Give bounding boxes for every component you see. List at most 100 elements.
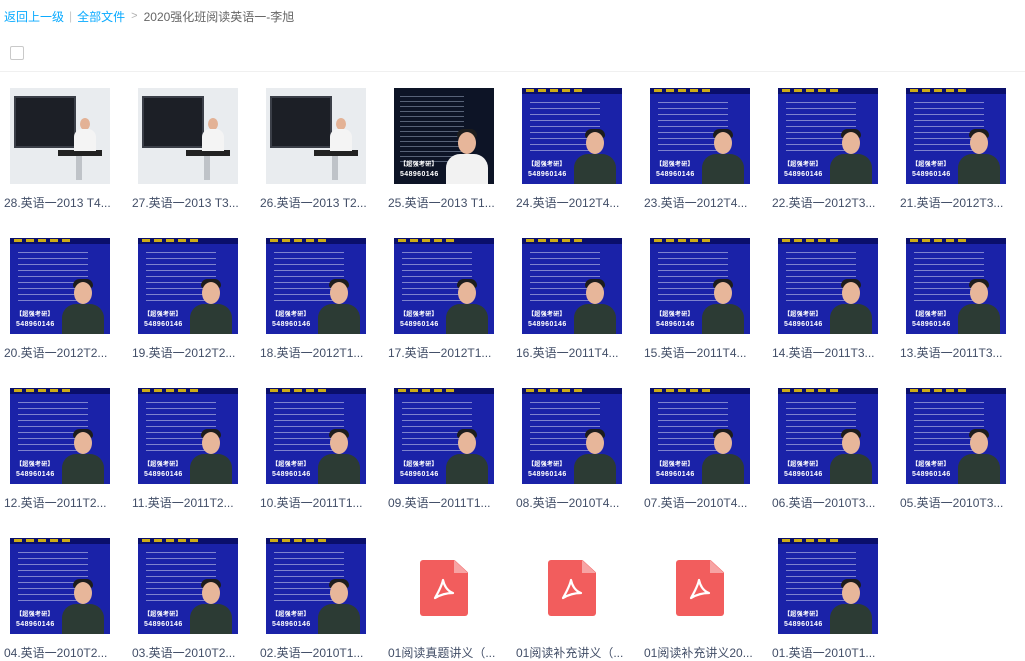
pdf-icon[interactable] xyxy=(394,538,494,634)
file-name[interactable]: 05.英语一2010T3... xyxy=(896,494,1020,511)
file-name[interactable]: 01阅读补充讲义（... xyxy=(512,644,636,661)
file-name[interactable]: 01.英语一2010T1... xyxy=(768,644,892,661)
thumbnail-tag: 【超强考研】 xyxy=(16,312,54,318)
video-file-item[interactable]: 【超强考研】 548960146 06.英语一2010T3... xyxy=(768,388,888,518)
video-file-item[interactable]: 【超强考研】 548960146 23.英语一2012T4... xyxy=(640,88,760,218)
video-thumbnail[interactable]: 【超强考研】 548960146 xyxy=(394,388,494,484)
back-link[interactable]: 返回上一级 xyxy=(4,8,64,25)
video-file-item[interactable]: 【超强考研】 548960146 16.英语一2011T4... xyxy=(512,238,632,368)
video-file-item[interactable]: 【超强考研】 548960146 19.英语一2012T2... xyxy=(128,238,248,368)
file-name[interactable]: 12.英语一2011T2... xyxy=(0,494,124,511)
video-file-item[interactable]: 【超强考研】 548960146 01.英语一2010T1... xyxy=(768,538,888,661)
video-thumbnail[interactable]: 【超强考研】 548960146 xyxy=(266,538,366,634)
file-name[interactable]: 22.英语一2012T3... xyxy=(768,194,892,211)
video-thumbnail[interactable]: 【超强考研】 548960146 xyxy=(906,88,1006,184)
select-all-checkbox[interactable] xyxy=(10,46,24,60)
file-name[interactable]: 01阅读补充讲义20... xyxy=(640,644,764,661)
video-thumbnail[interactable]: 【超强考研】 548960146 xyxy=(138,238,238,334)
file-name[interactable]: 01阅读真题讲义（... xyxy=(384,644,508,661)
video-file-item[interactable]: 26.英语一2013 T2... xyxy=(256,88,376,218)
video-thumbnail[interactable]: 【超强考研】 548960146 xyxy=(522,388,622,484)
file-name[interactable]: 04.英语一2010T2... xyxy=(0,644,124,661)
video-file-item[interactable]: 【超强考研】 548960146 24.英语一2012T4... xyxy=(512,88,632,218)
video-file-item[interactable]: 28.英语一2013 T4... xyxy=(0,88,120,218)
file-name[interactable]: 06.英语一2010T3... xyxy=(768,494,892,511)
video-thumbnail[interactable]: 【超强考研】 548960146 xyxy=(138,388,238,484)
pdf-file-item[interactable]: 01阅读真题讲义（... xyxy=(384,538,504,661)
video-thumbnail[interactable]: 【超强考研】 548960146 xyxy=(394,88,494,184)
video-file-item[interactable]: 【超强考研】 548960146 03.英语一2010T2... xyxy=(128,538,248,661)
video-file-item[interactable]: 【超强考研】 548960146 21.英语一2012T3... xyxy=(896,88,1016,218)
file-name[interactable]: 19.英语一2012T2... xyxy=(128,344,252,361)
file-name[interactable]: 07.英语一2010T4... xyxy=(640,494,764,511)
file-name[interactable]: 18.英语一2012T1... xyxy=(256,344,380,361)
video-thumbnail[interactable]: 【超强考研】 548960146 xyxy=(522,238,622,334)
thumbnail-tag: 【超强考研】 xyxy=(272,462,310,468)
video-file-item[interactable]: 【超强考研】 548960146 25.英语一2013 T1... xyxy=(384,88,504,218)
video-file-item[interactable]: 【超强考研】 548960146 07.英语一2010T4... xyxy=(640,388,760,518)
video-file-item[interactable]: 【超强考研】 548960146 05.英语一2010T3... xyxy=(896,388,1016,518)
video-file-item[interactable]: 【超强考研】 548960146 09.英语一2011T1... xyxy=(384,388,504,518)
video-thumbnail[interactable]: 【超强考研】 548960146 xyxy=(266,388,366,484)
video-thumbnail[interactable]: 【超强考研】 548960146 xyxy=(906,388,1006,484)
video-file-item[interactable]: 【超强考研】 548960146 02.英语一2010T1... xyxy=(256,538,376,661)
file-name[interactable]: 08.英语一2010T4... xyxy=(512,494,636,511)
video-thumbnail[interactable]: 【超强考研】 548960146 xyxy=(778,388,878,484)
file-name[interactable]: 03.英语一2010T2... xyxy=(128,644,252,661)
file-name[interactable]: 10.英语一2011T1... xyxy=(256,494,380,511)
video-thumbnail[interactable]: 【超强考研】 548960146 xyxy=(10,238,110,334)
pdf-icon[interactable] xyxy=(522,538,622,634)
file-name[interactable]: 26.英语一2013 T2... xyxy=(256,194,380,211)
video-thumbnail[interactable]: 【超强考研】 548960146 xyxy=(10,538,110,634)
file-name[interactable]: 16.英语一2011T4... xyxy=(512,344,636,361)
video-thumbnail[interactable]: 【超强考研】 548960146 xyxy=(650,238,750,334)
video-thumbnail[interactable]: 【超强考研】 548960146 xyxy=(906,238,1006,334)
video-file-item[interactable]: 【超强考研】 548960146 17.英语一2012T1... xyxy=(384,238,504,368)
file-name[interactable]: 21.英语一2012T3... xyxy=(896,194,1020,211)
video-file-item[interactable]: 【超强考研】 548960146 18.英语一2012T1... xyxy=(256,238,376,368)
file-name[interactable]: 02.英语一2010T1... xyxy=(256,644,380,661)
video-file-item[interactable]: 【超强考研】 548960146 12.英语一2011T2... xyxy=(0,388,120,518)
video-thumbnail[interactable]: 【超强考研】 548960146 xyxy=(522,88,622,184)
video-thumbnail[interactable] xyxy=(138,88,238,184)
file-name[interactable]: 09.英语一2011T1... xyxy=(384,494,508,511)
video-file-item[interactable]: 【超强考研】 548960146 15.英语一2011T4... xyxy=(640,238,760,368)
video-file-item[interactable]: 【超强考研】 548960146 20.英语一2012T2... xyxy=(0,238,120,368)
file-name[interactable]: 17.英语一2012T1... xyxy=(384,344,508,361)
thumbnail-tag: 【超强考研】 xyxy=(400,462,438,468)
video-thumbnail[interactable]: 【超强考研】 548960146 xyxy=(394,238,494,334)
video-thumbnail[interactable]: 【超强考研】 548960146 xyxy=(650,388,750,484)
video-file-item[interactable]: 【超强考研】 548960146 04.英语一2010T2... xyxy=(0,538,120,661)
file-name[interactable]: 15.英语一2011T4... xyxy=(640,344,764,361)
video-file-item[interactable]: 【超强考研】 548960146 08.英语一2010T4... xyxy=(512,388,632,518)
video-thumbnail[interactable]: 【超强考研】 548960146 xyxy=(650,88,750,184)
video-file-item[interactable]: 【超强考研】 548960146 10.英语一2011T1... xyxy=(256,388,376,518)
file-name[interactable]: 14.英语一2011T3... xyxy=(768,344,892,361)
file-name[interactable]: 25.英语一2013 T1... xyxy=(384,194,508,211)
file-name[interactable]: 20.英语一2012T2... xyxy=(0,344,124,361)
video-file-item[interactable]: 27.英语一2013 T3... xyxy=(128,88,248,218)
file-name[interactable]: 28.英语一2013 T4... xyxy=(0,194,124,211)
file-name[interactable]: 24.英语一2012T4... xyxy=(512,194,636,211)
video-file-item[interactable]: 【超强考研】 548960146 11.英语一2011T2... xyxy=(128,388,248,518)
video-file-item[interactable]: 【超强考研】 548960146 22.英语一2012T3... xyxy=(768,88,888,218)
video-thumbnail[interactable]: 【超强考研】 548960146 xyxy=(778,88,878,184)
video-file-item[interactable]: 【超强考研】 548960146 14.英语一2011T3... xyxy=(768,238,888,368)
all-files-link[interactable]: 全部文件 xyxy=(77,8,125,25)
thumbnail-number: 548960146 xyxy=(16,321,55,328)
file-name[interactable]: 23.英语一2012T4... xyxy=(640,194,764,211)
video-thumbnail[interactable]: 【超强考研】 548960146 xyxy=(778,238,878,334)
pdf-file-item[interactable]: 01阅读补充讲义（... xyxy=(512,538,632,661)
file-name[interactable]: 11.英语一2011T2... xyxy=(128,494,252,511)
video-thumbnail[interactable]: 【超强考研】 548960146 xyxy=(10,388,110,484)
pdf-icon[interactable] xyxy=(650,538,750,634)
file-name[interactable]: 27.英语一2013 T3... xyxy=(128,194,252,211)
file-name[interactable]: 13.英语一2011T3... xyxy=(896,344,1020,361)
pdf-file-item[interactable]: 01阅读补充讲义20... xyxy=(640,538,760,661)
video-thumbnail[interactable] xyxy=(10,88,110,184)
video-thumbnail[interactable] xyxy=(266,88,366,184)
video-thumbnail[interactable]: 【超强考研】 548960146 xyxy=(138,538,238,634)
video-thumbnail[interactable]: 【超强考研】 548960146 xyxy=(778,538,878,634)
video-file-item[interactable]: 【超强考研】 548960146 13.英语一2011T3... xyxy=(896,238,1016,368)
video-thumbnail[interactable]: 【超强考研】 548960146 xyxy=(266,238,366,334)
